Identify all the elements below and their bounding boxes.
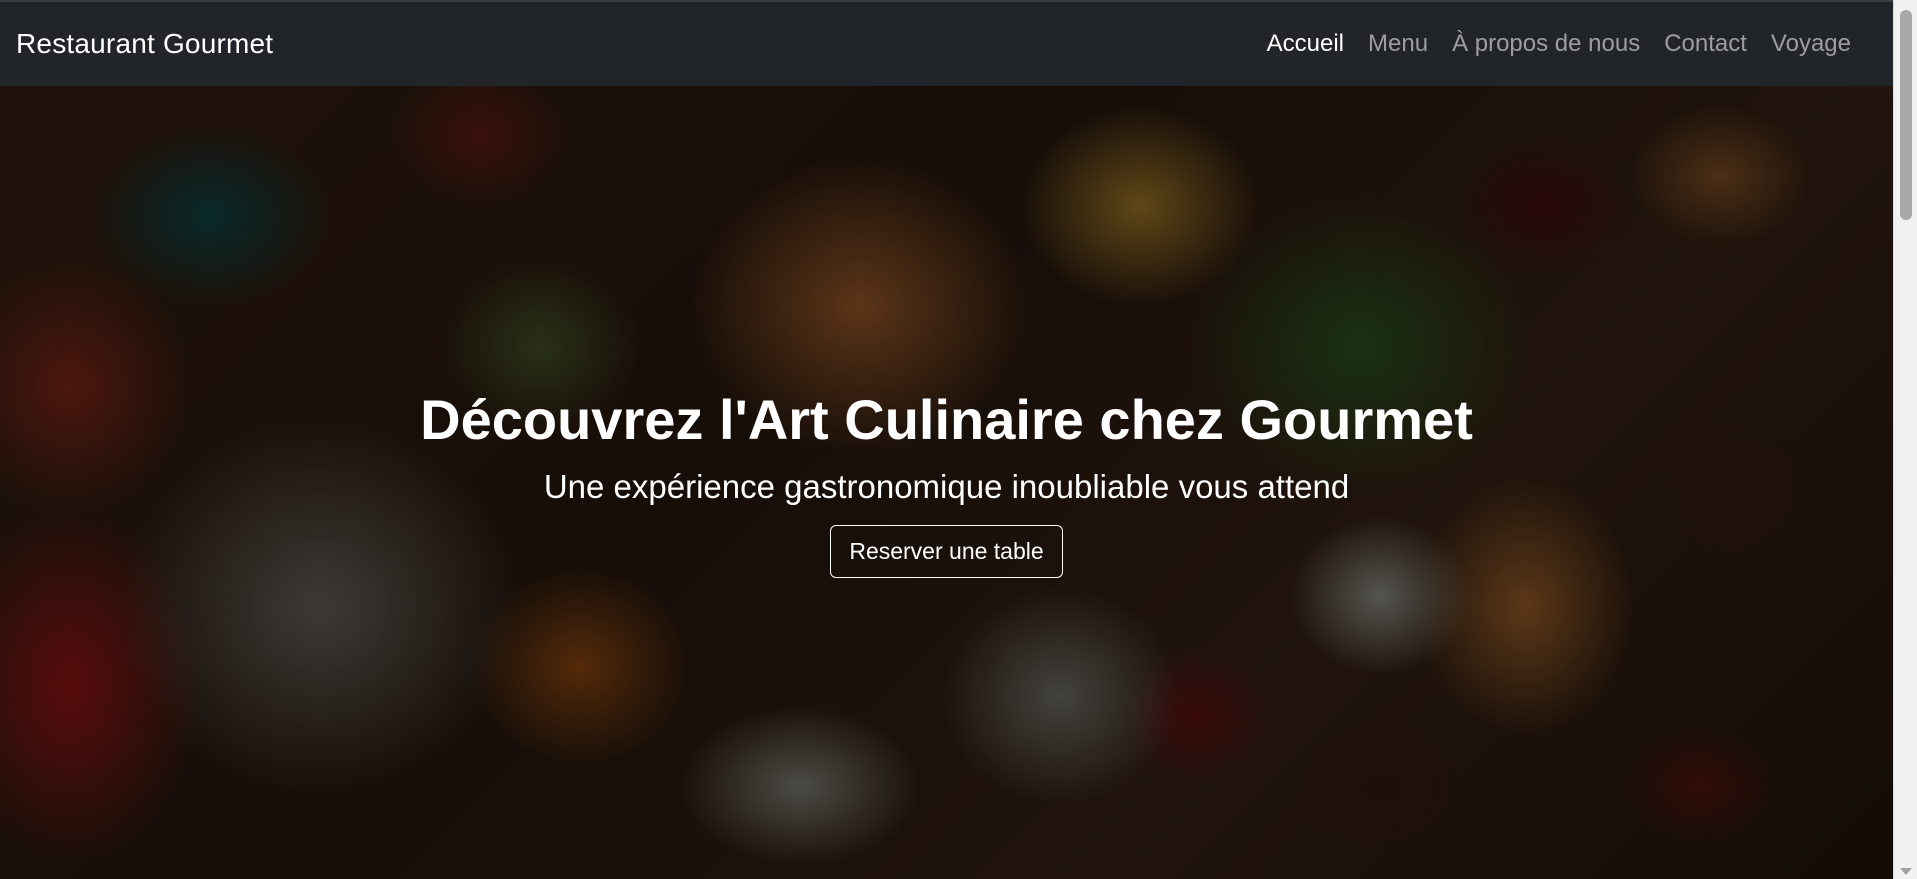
nav-link-contact[interactable]: Contact <box>1652 30 1759 58</box>
nav-link-a-propos[interactable]: À propos de nous <box>1440 30 1652 58</box>
scrollbar-thumb[interactable] <box>1900 10 1912 220</box>
scroll-down-arrow-icon[interactable] <box>1900 868 1912 875</box>
hero-section: Découvrez l'Art Culinaire chez Gourmet U… <box>0 86 1893 879</box>
hero-title: Découvrez l'Art Culinaire chez Gourmet <box>420 388 1473 451</box>
reserve-table-button[interactable]: Reserver une table <box>830 525 1063 578</box>
nav-link-menu[interactable]: Menu <box>1356 30 1440 58</box>
hero-subtitle: Une expérience gastronomique inoubliable… <box>543 468 1350 505</box>
hero-content: Découvrez l'Art Culinaire chez Gourmet U… <box>0 86 1893 879</box>
navbar: Restaurant Gourmet Accueil Menu À propos… <box>0 0 1893 86</box>
page-scrollbar[interactable] <box>1893 0 1917 879</box>
brand-logo-link[interactable]: Restaurant Gourmet <box>16 28 273 60</box>
nav-links: Accueil Menu À propos de nous Contact Vo… <box>1255 30 1863 58</box>
nav-link-accueil[interactable]: Accueil <box>1255 30 1356 58</box>
nav-link-voyage[interactable]: Voyage <box>1759 30 1863 58</box>
